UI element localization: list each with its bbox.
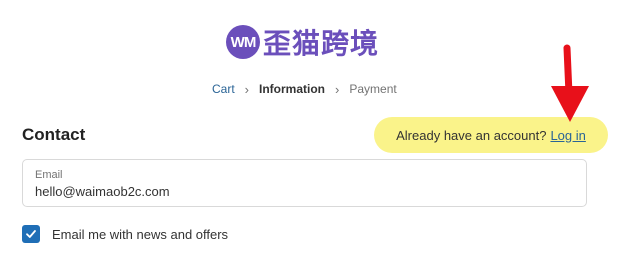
store-logo[interactable]: WM 歪猫跨境 [226,24,379,60]
checkmark-icon [26,230,36,238]
logo-badge: WM [226,25,260,59]
red-arrow-icon [551,44,589,122]
logo-brand-text: 歪猫跨境 [263,27,380,60]
email-field[interactable]: Email hello@waimaob2c.com [22,159,587,207]
breadcrumb-payment: Payment [349,82,397,96]
breadcrumb: Cart › Information › Payment [212,81,397,97]
email-field-value[interactable]: hello@waimaob2c.com [35,184,170,199]
breadcrumb-cart-link[interactable]: Cart [212,82,235,96]
newsletter-label: Email me with news and offers [52,226,229,242]
chevron-right-icon: › [335,81,340,97]
login-link[interactable]: Log in [550,128,585,143]
breadcrumb-information: Information [259,82,326,96]
chevron-right-icon: › [244,81,250,97]
contact-heading: Contact [22,125,86,144]
email-field-label: Email [35,169,63,181]
account-prompt-text: Already have an account? [396,127,547,143]
newsletter-checkbox[interactable] [22,225,40,243]
newsletter-option[interactable]: Email me with news and offers [22,225,228,243]
